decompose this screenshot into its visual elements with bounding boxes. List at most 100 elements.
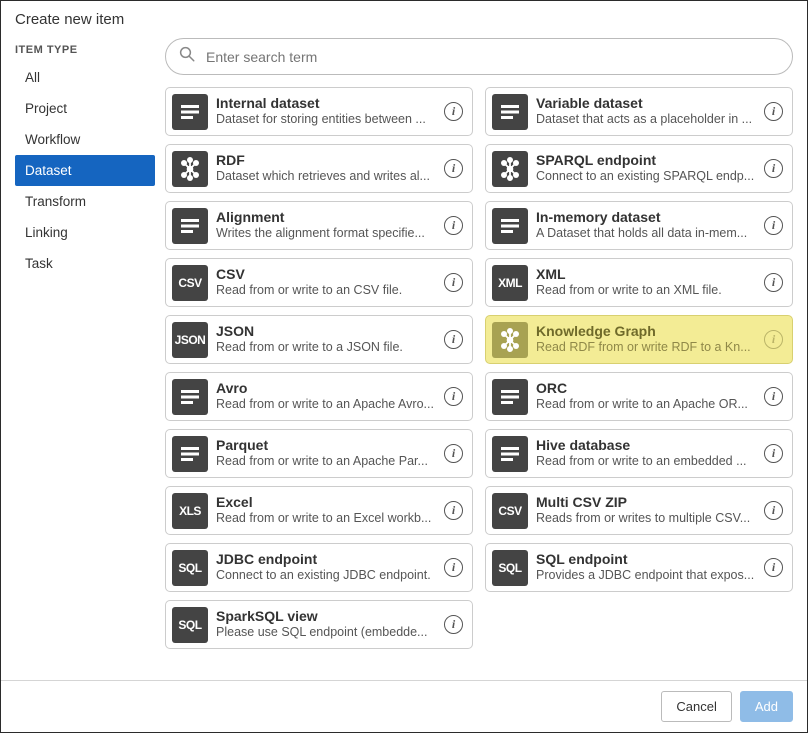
item-card[interactable]: Knowledge GraphRead RDF from or write RD… [485, 315, 793, 364]
search-field[interactable] [165, 38, 793, 75]
card-title: SparkSQL view [216, 608, 436, 625]
add-button[interactable]: Add [740, 691, 793, 722]
card-description: Connect to an existing JDBC endpoint. [216, 567, 436, 584]
info-icon[interactable]: i [764, 558, 783, 577]
sidebar-item[interactable]: Linking [15, 217, 155, 248]
sidebar-item[interactable]: Dataset [15, 155, 155, 186]
item-card[interactable]: Internal datasetDataset for storing enti… [165, 87, 473, 136]
item-card[interactable]: SQLJDBC endpointConnect to an existing J… [165, 543, 473, 592]
item-card[interactable]: ORCRead from or write to an Apache OR...… [485, 372, 793, 421]
info-icon[interactable]: i [444, 216, 463, 235]
card-description: Read from or write to an XML file. [536, 282, 756, 299]
lines-icon [172, 94, 208, 130]
lines-icon [172, 379, 208, 415]
modal-body: ITEM TYPE AllProjectWorkflowDatasetTrans… [1, 38, 807, 680]
card-text: JDBC endpointConnect to an existing JDBC… [216, 551, 436, 585]
lines-icon [172, 208, 208, 244]
item-card[interactable]: In-memory datasetA Dataset that holds al… [485, 201, 793, 250]
item-card[interactable]: RDFDataset which retrieves and writes al… [165, 144, 473, 193]
item-card[interactable]: ParquetRead from or write to an Apache P… [165, 429, 473, 478]
lines-icon [172, 436, 208, 472]
card-title: JDBC endpoint [216, 551, 436, 568]
card-text: ORCRead from or write to an Apache OR... [536, 380, 756, 414]
info-icon[interactable]: i [764, 501, 783, 520]
format-icon: JSON [172, 322, 208, 358]
card-description: Dataset that acts as a placeholder in ..… [536, 111, 756, 128]
card-description: Read from or write to an Apache OR... [536, 396, 756, 413]
item-card[interactable]: SQLSparkSQL viewPlease use SQL endpoint … [165, 600, 473, 649]
card-text: Knowledge GraphRead RDF from or write RD… [536, 323, 756, 357]
info-icon[interactable]: i [764, 273, 783, 292]
card-title: SPARQL endpoint [536, 152, 756, 169]
format-icon: XML [492, 265, 528, 301]
item-card[interactable]: XLSExcelRead from or write to an Excel w… [165, 486, 473, 535]
info-icon[interactable]: i [444, 444, 463, 463]
info-icon[interactable]: i [444, 273, 463, 292]
info-icon[interactable]: i [444, 501, 463, 520]
main-panel: Internal datasetDataset for storing enti… [165, 38, 793, 676]
graph-icon [492, 322, 528, 358]
info-icon[interactable]: i [444, 615, 463, 634]
item-card[interactable]: CSVCSVRead from or write to an CSV file.… [165, 258, 473, 307]
item-card[interactable]: SQLSQL endpointProvides a JDBC endpoint … [485, 543, 793, 592]
format-icon: CSV [172, 265, 208, 301]
card-description: Read from or write to an CSV file. [216, 282, 436, 299]
item-card[interactable]: AlignmentWrites the alignment format spe… [165, 201, 473, 250]
card-text: JSONRead from or write to a JSON file. [216, 323, 436, 357]
card-text: XMLRead from or write to an XML file. [536, 266, 756, 300]
card-description: Read from or write to an embedded ... [536, 453, 756, 470]
card-title: Avro [216, 380, 436, 397]
card-text: RDFDataset which retrieves and writes al… [216, 152, 436, 186]
info-icon[interactable]: i [764, 387, 783, 406]
info-icon[interactable]: i [764, 216, 783, 235]
info-icon[interactable]: i [764, 159, 783, 178]
info-icon[interactable]: i [444, 387, 463, 406]
item-card[interactable]: Variable datasetDataset that acts as a p… [485, 87, 793, 136]
sidebar-item[interactable]: Project [15, 93, 155, 124]
item-card[interactable]: JSONJSONRead from or write to a JSON fil… [165, 315, 473, 364]
card-title: RDF [216, 152, 436, 169]
cancel-button[interactable]: Cancel [661, 691, 731, 722]
modal-title: Create new item [1, 1, 807, 38]
card-description: Read from or write to an Excel workb... [216, 510, 436, 527]
card-description: Read from or write to an Apache Avro... [216, 396, 436, 413]
item-card[interactable]: XMLXMLRead from or write to an XML file.… [485, 258, 793, 307]
lines-icon [492, 208, 528, 244]
format-icon: XLS [172, 493, 208, 529]
item-card[interactable]: Hive databaseRead from or write to an em… [485, 429, 793, 478]
card-title: Alignment [216, 209, 436, 226]
item-card[interactable]: CSVMulti CSV ZIPReads from or writes to … [485, 486, 793, 535]
info-icon[interactable]: i [444, 330, 463, 349]
format-icon: SQL [492, 550, 528, 586]
card-title: XML [536, 266, 756, 283]
info-icon[interactable]: i [764, 330, 783, 349]
sidebar-item[interactable]: Transform [15, 186, 155, 217]
info-icon[interactable]: i [764, 102, 783, 121]
graph-icon [492, 151, 528, 187]
card-title: ORC [536, 380, 756, 397]
item-card[interactable]: SPARQL endpointConnect to an existing SP… [485, 144, 793, 193]
search-icon [178, 45, 196, 68]
card-text: Multi CSV ZIPReads from or writes to mul… [536, 494, 756, 528]
info-icon[interactable]: i [444, 102, 463, 121]
card-description: Dataset for storing entities between ... [216, 111, 436, 128]
info-icon[interactable]: i [444, 558, 463, 577]
card-text: SparkSQL viewPlease use SQL endpoint (em… [216, 608, 436, 642]
lines-icon [492, 436, 528, 472]
search-input[interactable] [204, 48, 780, 66]
item-type-sidebar: ITEM TYPE AllProjectWorkflowDatasetTrans… [15, 38, 155, 676]
card-text: Variable datasetDataset that acts as a p… [536, 95, 756, 129]
card-title: CSV [216, 266, 436, 283]
card-text: In-memory datasetA Dataset that holds al… [536, 209, 756, 243]
card-text: SQL endpointProvides a JDBC endpoint tha… [536, 551, 756, 585]
card-title: Hive database [536, 437, 756, 454]
card-title: In-memory dataset [536, 209, 756, 226]
card-title: Internal dataset [216, 95, 436, 112]
sidebar-item[interactable]: Task [15, 248, 155, 279]
lines-icon [492, 94, 528, 130]
sidebar-item[interactable]: Workflow [15, 124, 155, 155]
info-icon[interactable]: i [764, 444, 783, 463]
sidebar-item[interactable]: All [15, 62, 155, 93]
item-card[interactable]: AvroRead from or write to an Apache Avro… [165, 372, 473, 421]
info-icon[interactable]: i [444, 159, 463, 178]
